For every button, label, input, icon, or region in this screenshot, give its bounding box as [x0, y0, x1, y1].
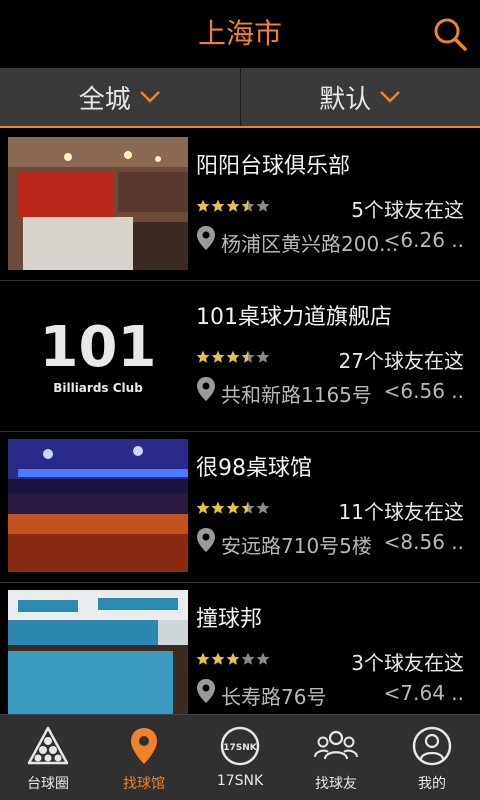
star-icon — [196, 652, 210, 665]
venue-address: 杨浦区黄兴路200... — [221, 232, 399, 256]
venue-photo — [8, 590, 188, 714]
venue-list: 阳阳台球俱乐部 5个球友在这 杨浦区黄兴路200... <6.26 .. 101… — [0, 130, 480, 714]
snk-logo-icon: 17SNK — [220, 726, 260, 766]
chevron-down-icon — [139, 91, 160, 103]
star-icon — [241, 652, 255, 665]
venue-name: 101桌球力道旗舰店 — [196, 305, 392, 330]
sort-filter-label: 默认 — [319, 84, 372, 115]
nav-item-17snk[interactable]: 17SNK 17SNK — [192, 715, 288, 800]
venue-address: 安远路710号5楼 — [221, 534, 372, 558]
logo-text: 101 — [40, 315, 157, 380]
venue-item[interactable]: 撞球邦 3个球友在这 长寿路76号 <7.64 .. — [0, 583, 480, 714]
user-profile-icon — [412, 726, 452, 766]
nav-item-find-friends[interactable]: 找球友 — [288, 715, 384, 800]
star-icon — [211, 501, 225, 514]
nav-label: 我的 — [418, 776, 446, 792]
location-pin-icon — [197, 679, 215, 703]
star-icon — [226, 199, 240, 212]
star-icon — [196, 199, 210, 212]
friends-group-icon — [314, 730, 358, 760]
logo-subtext: Billiards Club — [53, 381, 143, 395]
venue-distance: <8.56 .. — [383, 530, 464, 554]
rating-stars — [196, 350, 270, 364]
nav-label: 17SNK — [216, 773, 264, 789]
venue-item[interactable]: 阳阳台球俱乐部 5个球友在这 杨浦区黄兴路200... <6.26 .. — [0, 130, 480, 281]
rating-stars — [196, 199, 270, 213]
sort-filter-dropdown[interactable]: 默认 — [239, 68, 480, 126]
app-header: 上海市 — [0, 0, 480, 68]
location-pin-icon — [131, 728, 157, 764]
rating-stars — [196, 501, 270, 515]
area-filter-label: 全城 — [78, 84, 131, 115]
star-icon — [211, 350, 225, 363]
star-icon — [196, 350, 210, 363]
venue-photo — [8, 439, 188, 572]
nav-label: 找球友 — [315, 776, 357, 792]
star-icon — [241, 199, 255, 212]
venue-distance: <6.26 .. — [383, 228, 464, 252]
chevron-down-icon — [380, 91, 401, 103]
friends-count: 5个球友在这 — [351, 198, 464, 222]
star-icon — [256, 350, 270, 363]
nav-item-find-venue[interactable]: 找球馆 — [96, 715, 192, 800]
star-icon — [256, 199, 270, 212]
friends-count: 3个球友在这 — [351, 651, 464, 675]
star-icon — [226, 652, 240, 665]
star-icon — [226, 501, 240, 514]
search-icon[interactable] — [430, 14, 470, 54]
venue-distance: <7.64 .. — [383, 681, 464, 705]
venue-item[interactable]: 很98桌球馆 11个球友在这 安远路710号5楼 <8.56 .. — [0, 432, 480, 583]
friends-count: 11个球友在这 — [338, 500, 464, 524]
location-pin-icon — [197, 226, 215, 250]
nav-label: 找球馆 — [123, 776, 165, 792]
venue-logo: 101 Billiards Club — [8, 288, 188, 421]
location-pin-icon — [197, 528, 215, 552]
star-icon — [196, 501, 210, 514]
friends-count: 27个球友在这 — [338, 349, 464, 373]
venue-photo — [8, 137, 188, 270]
star-icon — [211, 199, 225, 212]
venue-distance: <6.56 .. — [383, 379, 464, 403]
nav-item-mine[interactable]: 我的 — [384, 715, 480, 800]
venue-address: 共和新路1165号 — [221, 383, 372, 407]
snk-logo-text: 17SNK — [223, 743, 258, 753]
venue-item[interactable]: 101 Billiards Club 101桌球力道旗舰店 27个球友在这 共和… — [0, 281, 480, 432]
venue-name: 撞球邦 — [196, 607, 263, 632]
filter-bar: 全城 默认 — [0, 68, 480, 128]
bottom-nav: 台球圈 找球馆 17SNK 17SNK 找球友 我的 — [0, 714, 480, 800]
nav-item-billiards-circle[interactable]: 台球圈 — [0, 715, 96, 800]
city-title[interactable]: 上海市 — [0, 0, 480, 68]
venue-address: 长寿路76号 — [221, 685, 327, 709]
star-icon — [256, 652, 270, 665]
venue-name: 阳阳台球俱乐部 — [196, 154, 351, 179]
star-icon — [241, 350, 255, 363]
location-pin-icon — [197, 377, 215, 401]
star-icon — [211, 652, 225, 665]
billiard-rack-icon — [27, 726, 69, 765]
nav-label: 台球圈 — [27, 776, 69, 792]
rating-stars — [196, 652, 270, 666]
star-icon — [256, 501, 270, 514]
star-icon — [241, 501, 255, 514]
venue-name: 很98桌球馆 — [196, 456, 312, 481]
star-icon — [226, 350, 240, 363]
area-filter-dropdown[interactable]: 全城 — [0, 68, 240, 126]
